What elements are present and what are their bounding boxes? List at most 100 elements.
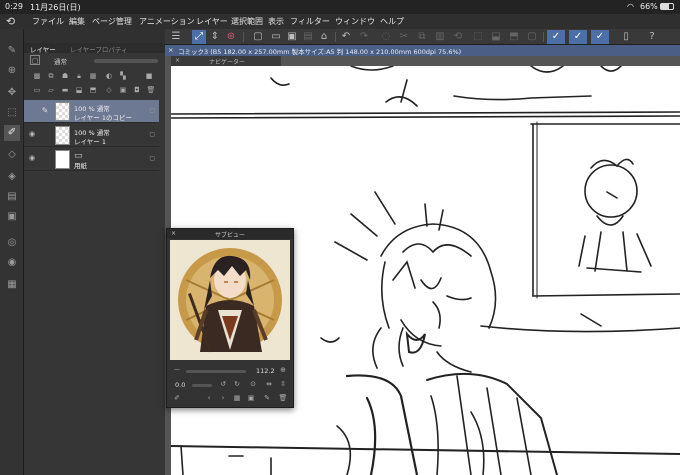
menu-icon[interactable]: ☰ [169,30,183,44]
clip-icon[interactable]: ⧉ [46,71,56,81]
eraser-tool-icon[interactable]: ◇ [4,147,20,163]
zoom-tool-icon[interactable]: ⊕ [4,63,20,79]
rotate-right-icon[interactable]: ↻ [232,379,242,389]
help-icon[interactable]: ? [645,30,659,44]
palette-icon[interactable]: ▚ [118,71,128,81]
merge-icon[interactable]: ⬒ [88,85,98,95]
eye-icon[interactable]: ◉ [27,130,37,140]
color-wheel-icon[interactable]: ◉ [4,255,20,271]
transform-icon[interactable]: ⟲ [451,30,465,44]
fill-tool-icon[interactable]: ◈ [4,169,20,185]
delete-layer-icon[interactable]: 🗑︎ [146,85,156,95]
tab-layer[interactable]: レイヤー [30,44,56,54]
menu-layer[interactable]: レイヤー [196,16,228,27]
eye-icon[interactable]: ◉ [27,154,37,164]
pen-pressure-icon[interactable]: ✓ [547,30,565,44]
grid-view-icon[interactable]: ▦ [232,393,242,403]
text-tool-icon[interactable]: ▣ [4,209,20,225]
new-folder-icon[interactable]: ▬ [60,85,70,95]
layer-lock-icon[interactable]: ▢ [149,155,155,162]
menu-animation[interactable]: アニメーション [139,16,195,27]
menu-edit[interactable]: 編集 [69,16,85,27]
menu-selection[interactable]: 選択範囲 [231,16,263,27]
layer-mode-icon[interactable]: ▢ [30,55,40,65]
zoom-slider[interactable] [186,370,246,373]
print-icon[interactable]: ▤ [301,30,315,44]
layer-row[interactable]: ◉ 100 % 通常 レイヤー 1 ▢ [24,124,159,147]
mask-apply-icon[interactable]: ◘ [132,85,142,95]
selection-tool-icon[interactable]: ⬚ [4,105,20,121]
reset-rotate-icon[interactable]: ⊙ [248,379,258,389]
layer-move-icon[interactable]: ✥ [4,85,20,101]
flip-horizontal-icon[interactable]: ⇹ [264,379,274,389]
edit-image-icon[interactable]: ✎ [262,393,272,403]
deselect-icon[interactable]: ⬚ [471,30,485,44]
clear-icon[interactable]: ◌ [379,30,393,44]
layers-stack-icon[interactable]: ◎ [4,235,20,251]
reference-image[interactable] [170,240,290,360]
mask-create-icon[interactable]: ▣ [118,85,128,95]
lock-icon[interactable]: 🔒︎ [74,71,84,81]
expand-selection-icon[interactable]: ⬒ [507,30,521,44]
flip-vertical-icon[interactable]: ⇳ [278,379,288,389]
import-image-icon[interactable]: ▣ [246,393,256,403]
device-icon[interactable]: ▯ [619,30,633,44]
eyedropper-icon[interactable]: ✐ [172,393,182,403]
zoom-in-icon[interactable]: ⊕ [278,365,288,375]
paste-icon[interactable]: ▥ [433,30,447,44]
new-raster-layer-icon[interactable]: ▭ [32,85,42,95]
companion-icon[interactable]: ⊛ [224,30,238,44]
opacity-slider[interactable] [94,59,158,63]
menu-file[interactable]: ファイル [32,16,64,27]
rotate-left-icon[interactable]: ↺ [218,379,228,389]
stabilizer-icon[interactable]: ✓ [569,30,587,44]
gradient-tool-icon[interactable]: ▤ [4,189,20,205]
material-icon[interactable]: ▦ [4,277,20,293]
blend-mode-select[interactable]: 通常 [54,56,67,66]
selection-area-icon[interactable]: ▢ [525,30,539,44]
combine-icon[interactable]: ◇ [104,85,114,95]
delete-image-icon[interactable]: 🗑︎ [278,393,288,403]
layer-thumbnail [55,102,70,121]
transfer-down-icon[interactable]: ⬓ [74,85,84,95]
mask-icon[interactable]: ◐ [104,71,114,81]
menu-page[interactable]: ページ管理 [92,16,132,27]
undo-icon[interactable]: ↶ [339,30,353,44]
redo-icon[interactable]: ↷ [357,30,371,44]
app-logo-icon[interactable]: ⟲ [4,15,17,28]
new-vector-layer-icon[interactable]: ▱ [46,85,56,95]
layer-row[interactable]: ✎ 100 % 通常 レイヤー 1のコピー ▢ [24,100,159,123]
modifier-icon[interactable]: ⤢ [192,30,206,44]
tab-layer-property[interactable]: レイヤープロパティ [70,44,128,54]
layer-lock-icon[interactable]: ▢ [149,131,155,138]
cut-icon[interactable]: ✂ [397,30,411,44]
next-image-icon[interactable]: › [218,393,228,403]
close-subview-icon[interactable]: × [171,230,176,237]
ruler-snap-icon[interactable]: ✓ [591,30,609,44]
document-tab[interactable]: × コミック3 (B5 182.00 x 257.00mm 製本サイズ:A5 判… [165,45,680,56]
save-icon[interactable]: ▣ [285,30,299,44]
layer-lock-icon[interactable]: ▢ [149,107,155,114]
menu-help[interactable]: ヘルプ [380,16,404,27]
prev-image-icon[interactable]: ‹ [204,393,214,403]
menu-window[interactable]: ウィンドウ [335,16,375,27]
layer-color-icon[interactable]: ■ [144,71,154,81]
lock-alpha-icon[interactable]: ▦ [88,71,98,81]
pen-tool-icon[interactable]: ✐ [4,125,20,141]
invert-selection-icon[interactable]: ⬓ [489,30,503,44]
lock-transparent-icon[interactable]: ▩ [32,71,42,81]
layer-row[interactable]: ◉ ▭ 用紙 ▢ [24,148,159,171]
updown-icon[interactable]: ⇕ [208,30,222,44]
close-navigator-icon[interactable]: × [175,57,180,64]
menu-view[interactable]: 表示 [268,16,284,27]
open-folder-icon[interactable]: ▭ [269,30,283,44]
history-icon[interactable]: ⌂ [317,30,331,44]
rotate-slider[interactable] [192,384,212,387]
new-doc-icon[interactable]: ▢ [251,30,265,44]
close-doc-icon[interactable]: × [168,46,173,54]
copy-icon[interactable]: ⧉ [415,30,429,44]
zoom-out-icon[interactable]: － [172,365,182,375]
reference-icon[interactable]: ☗ [60,71,70,81]
menu-filter[interactable]: フィルター [290,16,330,27]
brush-tool-icon[interactable]: ✎ [4,43,20,59]
